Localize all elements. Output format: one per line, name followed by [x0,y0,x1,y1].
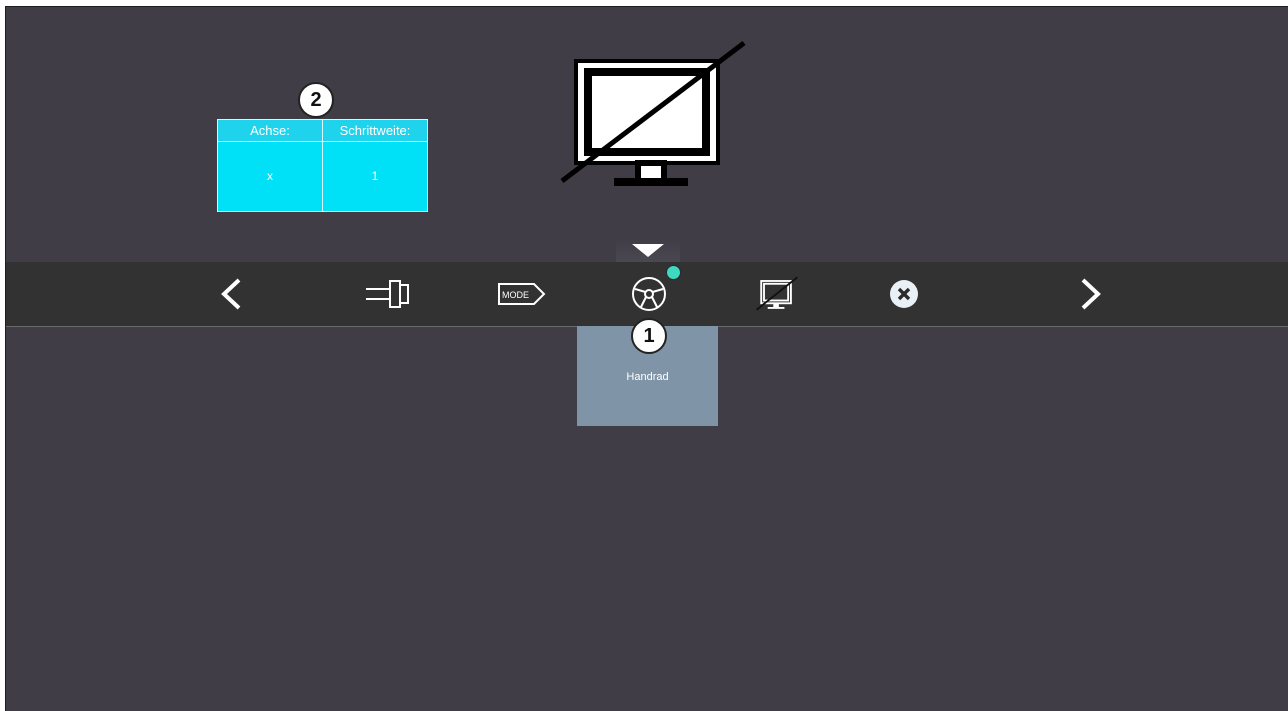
active-check-icon [666,265,681,280]
step-value: 1 [371,169,379,183]
chevron-left-icon [221,278,241,310]
chevron-right-icon [1081,278,1101,310]
handrad-label: Handrad [626,371,669,383]
axis-header: Achse: [218,120,322,142]
no-display-icon [755,276,799,311]
cylinder-icon [366,280,409,308]
svg-text:MODE: MODE [502,290,529,300]
axis-step-table: Achse: x Schrittweite: 1 [217,119,428,212]
selection-pointer [632,244,664,257]
mode-button[interactable]: MODE [496,262,548,326]
step-column: Schrittweite: 1 [323,120,427,211]
callout-badge-2: 2 [298,82,334,118]
machine-screen: Achse: x Schrittweite: 1 2 MODE Handrad … [5,6,1288,711]
handwheel-icon [632,277,666,311]
no-display-large-icon [560,41,746,186]
no-display-button[interactable] [751,262,803,326]
previous-button[interactable] [211,262,251,326]
step-header: Schrittweite: [323,120,427,142]
axis-value: x [267,169,273,183]
axis-column: Achse: x [218,120,323,211]
cylinder-button[interactable] [364,262,416,326]
close-button[interactable] [884,262,924,326]
next-button[interactable] [1071,262,1111,326]
mode-icon: MODE [498,283,546,305]
callout-badge-1: 1 [631,318,667,354]
close-circle-icon [890,280,918,308]
